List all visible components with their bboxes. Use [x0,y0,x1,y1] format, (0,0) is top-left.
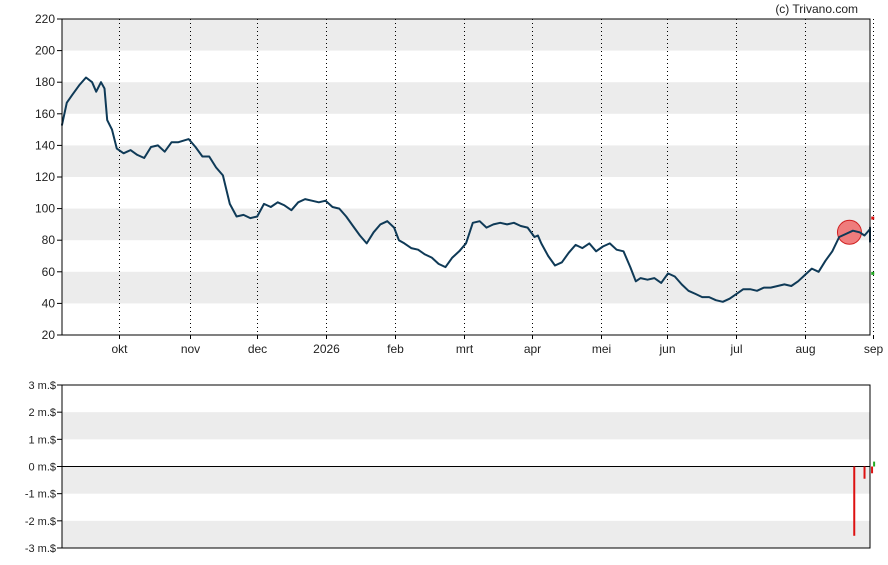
volume-background-bands [62,412,870,548]
price-x-tick-label: aug [795,342,815,356]
credit-text: (c) Trivano.com [775,2,858,16]
price-y-axis: 20 40 60 80 100 120 140 160 180 200 220 [35,12,62,342]
volume-bar [873,461,876,467]
volume-y-tick-label: -3 m.$ [25,543,56,555]
price-panel: 20 40 60 80 100 120 140 160 180 200 220 okt nov dec 2… [35,2,884,356]
price-background-bands [62,19,870,304]
volume-y-tick-label: 3 m.$ [28,380,56,392]
volume-panel: 3 m.$ 2 m.$ 1 m.$ 0 m.$ -1 m.$ -2 m.$ -3 m.$ [25,380,876,555]
price-y-tick-label: 20 [42,328,56,342]
price-y-tick-label: 120 [35,170,55,184]
price-x-tick-label: 2026 [313,342,340,356]
price-x-tick-label: sep [864,342,884,356]
price-band [62,271,870,304]
price-x-tick-label: mrt [456,342,474,356]
price-band [62,82,870,114]
price-y-tick-label: 60 [42,265,56,279]
volume-y-tick-label: -2 m.$ [25,516,56,528]
price-y-tick-label: 180 [35,75,55,89]
price-y-tick-label: 160 [35,107,55,121]
volume-band [62,466,870,494]
signal-marker [871,271,875,275]
volume-bar [863,466,866,479]
price-x-tick-label: dec [248,342,267,356]
price-x-tick-label: jun [658,342,675,356]
price-band [62,19,870,51]
price-band [62,145,870,177]
price-x-tick-label: nov [181,342,200,356]
volume-bar [871,466,874,474]
price-y-tick-label: 80 [42,233,56,247]
price-x-tick-label: feb [387,342,404,356]
price-x-axis: okt nov dec 2026 feb mrt apr mei jun jul aug sep [111,335,883,356]
volume-bar [853,466,856,536]
price-x-tick-label: apr [524,342,541,356]
volume-y-tick-label: -1 m.$ [25,489,56,501]
volume-band [62,520,870,548]
price-x-tick-label: okt [111,342,128,356]
price-x-tick-label: jul [729,342,742,356]
price-x-tick-label: mei [592,342,611,356]
price-y-tick-label: 100 [35,202,55,216]
volume-y-axis: 3 m.$ 2 m.$ 1 m.$ 0 m.$ -1 m.$ -2 m.$ -3 m.$ [25,380,62,555]
volume-y-tick-label: 2 m.$ [28,407,56,419]
price-y-tick-label: 220 [35,12,55,26]
signal-marker [871,216,875,220]
volume-band [62,412,870,440]
price-y-tick-label: 200 [35,44,55,58]
price-y-tick-label: 140 [35,138,55,152]
chart-root: 20 40 60 80 100 120 140 160 180 200 220 okt nov dec 2… [25,2,884,555]
price-y-tick-label: 40 [42,296,56,310]
volume-y-tick-label: 1 m.$ [28,434,56,446]
price-band [62,208,870,241]
price-markers [871,216,875,275]
volume-y-tick-label: 0 m.$ [28,462,56,474]
